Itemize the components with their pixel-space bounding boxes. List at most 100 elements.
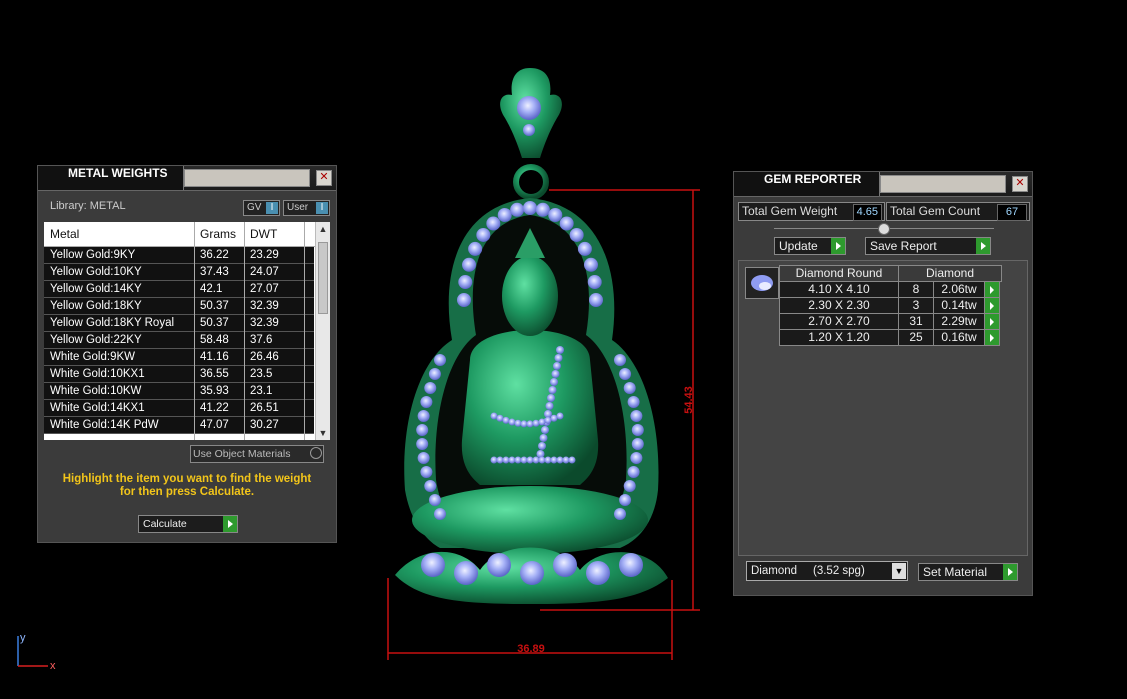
side-gem <box>424 480 437 492</box>
table-row[interactable]: White Gold:14K PdW 47.07 30.27 <box>44 417 314 434</box>
side-gem <box>434 354 446 366</box>
calculate-button[interactable]: Calculate <box>138 515 238 533</box>
side-gem <box>420 396 433 408</box>
sash-gem <box>554 354 563 362</box>
gem-thumbnail[interactable] <box>745 267 779 299</box>
collapse-divider[interactable] <box>774 223 994 235</box>
save-report-label: Save Report <box>870 239 937 253</box>
gem-row-select-button[interactable] <box>984 297 1000 314</box>
gem-size: 1.20 X 1.20 <box>779 329 899 346</box>
dimension-width-label: 36.89 <box>517 643 545 655</box>
side-gem <box>630 452 643 464</box>
sash-gem <box>551 370 560 378</box>
metal-dwt: 37.6 <box>250 334 273 346</box>
update-button[interactable]: Update <box>774 237 846 255</box>
sash-gem <box>550 378 558 386</box>
sash-gem <box>508 418 516 426</box>
metal-weights-close-button[interactable]: ✕ <box>316 170 332 186</box>
gem-reporter-title-fill <box>880 175 1006 193</box>
gem-size: 2.30 X 2.30 <box>779 297 899 314</box>
set-material-button[interactable]: Set Material <box>918 563 1018 581</box>
sash-gem <box>553 362 561 370</box>
sash-gem <box>538 442 546 450</box>
table-row[interactable]: Yellow Gold:18KY 50.37 32.39 <box>44 298 314 315</box>
table-row[interactable]: White Gold:14KX1 41.22 26.51 <box>44 400 314 417</box>
gem-table-header-shape: Diamond Round <box>779 265 899 282</box>
metal-name: White Gold:9KW <box>50 351 135 363</box>
gem-weight: 0.16tw <box>933 329 985 346</box>
sash-gem <box>502 416 510 424</box>
gem-reporter-title: GEM REPORTER <box>734 172 880 196</box>
metal-list-scrollbar[interactable]: ▲ ▼ <box>315 222 330 440</box>
chevron-down-icon[interactable]: ▼ <box>892 563 906 579</box>
pendant-model[interactable] <box>395 68 668 604</box>
table-row[interactable]: Yellow Gold:10KY 37.43 24.07 <box>44 264 314 281</box>
metal-name: Yellow Gold:10KY <box>50 266 142 278</box>
table-row[interactable]: Yellow Gold:22KY 58.48 37.6 <box>44 332 314 349</box>
total-gem-count-value: 67 <box>997 204 1027 221</box>
halo-gem <box>569 227 584 242</box>
side-gem <box>420 466 433 478</box>
belt-gem <box>520 456 528 464</box>
gem-reporter-titlebar[interactable]: GEM REPORTER ✕ <box>734 172 1032 197</box>
column-separator <box>304 222 305 440</box>
halo-gem <box>583 257 598 272</box>
column-header-dwt[interactable]: DWT <box>250 227 277 241</box>
metal-dwt: 27.07 <box>250 283 279 295</box>
metal-grams: 58.48 <box>200 334 229 346</box>
table-row[interactable]: White Gold:10KX1 36.55 23.5 <box>44 366 314 383</box>
gem-row-select-button[interactable] <box>984 281 1000 298</box>
table-row[interactable]: Yellow Gold:9KY 36.22 23.29 <box>44 247 314 264</box>
side-gem <box>630 410 643 422</box>
metal-dwt: 26.46 <box>250 351 279 363</box>
gv-toggle[interactable]: GV I <box>243 200 280 216</box>
metal-name: White Gold:10KW <box>50 385 142 397</box>
column-header-grams[interactable]: Grams <box>200 227 236 241</box>
scroll-up-icon[interactable]: ▲ <box>316 222 330 236</box>
halo-gem <box>589 293 603 307</box>
user-toggle[interactable]: User I <box>283 200 330 216</box>
belt-gem <box>568 456 576 464</box>
gem-row-select-button[interactable] <box>984 313 1000 330</box>
halo-gem <box>535 202 550 217</box>
metal-dwt: 23.29 <box>250 249 279 261</box>
collapse-toggle-icon[interactable] <box>878 223 890 235</box>
svg-text:x: x <box>50 660 56 672</box>
table-row[interactable]: Yellow Gold:14KY 42.1 27.07 <box>44 281 314 298</box>
column-header-metal[interactable]: Metal <box>50 227 79 241</box>
material-select[interactable]: Diamond (3.52 spg) ▼ <box>746 561 908 581</box>
halo-gem <box>587 275 602 290</box>
metal-weights-panel: METAL WEIGHTS ✕ Library: METAL GV I User… <box>37 165 337 543</box>
halo-gem <box>548 208 563 223</box>
sash-gem <box>490 412 498 420</box>
side-gem <box>614 354 626 366</box>
total-gem-weight-label: Total Gem Weight <box>742 204 838 218</box>
table-row[interactable]: White Gold:10KW 35.93 23.1 <box>44 383 314 400</box>
side-gem <box>428 368 441 380</box>
halo-gem <box>486 216 501 231</box>
table-row[interactable]: Yellow Gold:18KY Royal 50.37 32.39 <box>44 315 314 332</box>
belt-gem <box>490 456 498 464</box>
gem-weight: 2.29tw <box>933 313 985 330</box>
scrollbar-thumb[interactable] <box>318 242 328 314</box>
metal-grams: 47.07 <box>200 419 229 431</box>
table-row[interactable]: White Gold:9KW 41.16 26.46 <box>44 349 314 366</box>
sash-gem <box>550 414 558 422</box>
lotus-gem <box>454 561 478 585</box>
metal-grams: 35.93 <box>200 385 229 397</box>
use-object-materials-button[interactable]: Use Object Materials <box>190 445 324 463</box>
lotus-gem <box>487 553 511 577</box>
save-report-button[interactable]: Save Report <box>865 237 991 255</box>
metal-list[interactable]: Metal Grams DWT Yellow Gold:9KY 36.22 23.2… <box>44 222 330 440</box>
gem-row-select-button[interactable] <box>984 329 1000 346</box>
metal-grams: 50.37 <box>200 317 229 329</box>
metal-weights-titlebar[interactable]: METAL WEIGHTS ✕ <box>38 166 336 191</box>
side-gem <box>614 508 626 520</box>
gv-toggle-indicator: I <box>266 202 278 214</box>
gem-reporter-close-button[interactable]: ✕ <box>1012 176 1028 192</box>
scroll-down-icon[interactable]: ▼ <box>316 426 330 440</box>
metal-weights-title: METAL WEIGHTS <box>38 166 184 190</box>
side-gem <box>627 466 640 478</box>
metal-name: White Gold:10KX1 <box>50 368 145 380</box>
sash-gem <box>556 412 564 420</box>
